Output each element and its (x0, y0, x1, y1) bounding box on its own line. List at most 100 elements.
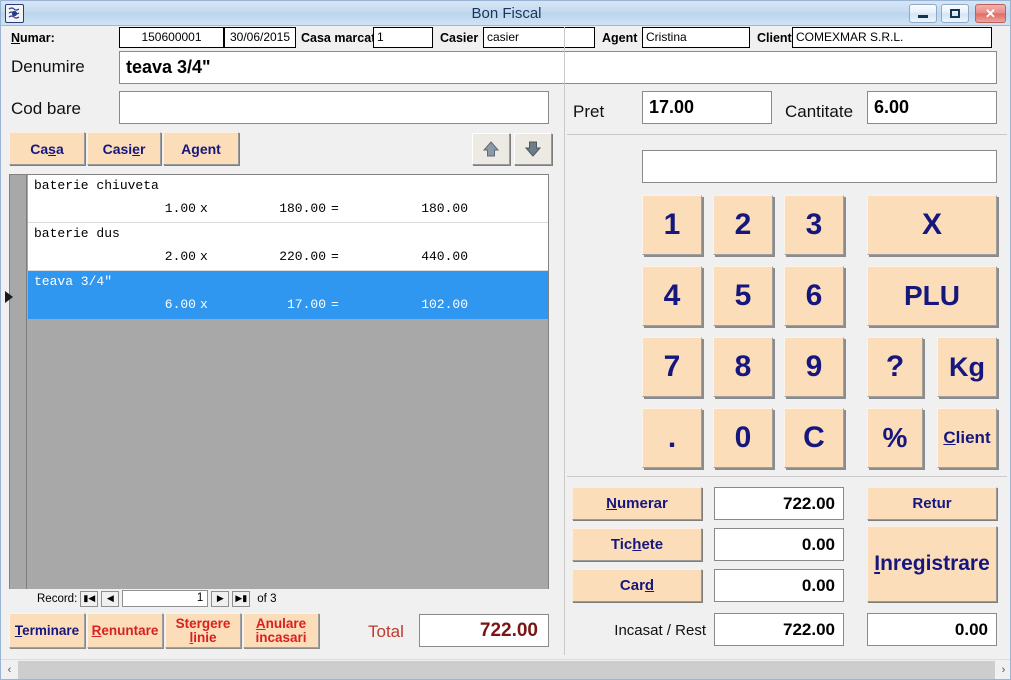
row-equals-sign: = (331, 249, 339, 264)
denumire-label: Denumire (11, 57, 85, 76)
inregistrare-label: Inregistrare (874, 552, 990, 575)
record-count-label: of 3 (257, 592, 277, 605)
row-item-name: teava 3/4" (34, 274, 113, 289)
cantitate-input[interactable]: 6.00 (867, 91, 997, 124)
key-clear-label: C (803, 421, 825, 454)
first-record-button[interactable]: ▮◀ (80, 590, 99, 607)
denumire-input[interactable]: teava 3/4" (119, 51, 997, 84)
table-row[interactable]: baterie dus 2.00 x 220.00 = 440.00 (28, 223, 548, 271)
renuntare-button[interactable]: Renuntare (87, 613, 163, 648)
client-label: Client (757, 31, 792, 45)
numeric-entry-input[interactable] (642, 150, 997, 183)
table-row[interactable]: baterie chiuveta 1.00 x 180.00 = 180.00 (28, 175, 548, 223)
row-quantity: 2.00 (164, 249, 196, 264)
tichete-button[interactable]: Tichete (572, 528, 702, 561)
move-down-button[interactable] (514, 133, 552, 165)
key-9-button[interactable]: 9 (784, 337, 844, 397)
key-2-button[interactable]: 2 (713, 195, 773, 255)
previous-record-button[interactable]: ◀ (101, 590, 120, 607)
key-6-button[interactable]: 6 (784, 266, 844, 326)
key-8-button[interactable]: 8 (713, 337, 773, 397)
key-dot-button[interactable]: . (642, 408, 702, 468)
total-value: 722.00 (419, 614, 549, 647)
close-icon: ✕ (985, 6, 996, 21)
casa-marcat-label: Casa marcat (301, 31, 376, 45)
key-dot-label: . (667, 421, 677, 454)
numerar-button[interactable]: Numerar (572, 487, 702, 520)
casa-button-label: Casa (30, 140, 64, 157)
key-0-button[interactable]: 0 (713, 408, 773, 468)
key-clear-button[interactable]: C (784, 408, 844, 468)
scroll-left-icon[interactable]: ‹ (1, 660, 18, 679)
current-record-input[interactable]: 1 (122, 590, 209, 607)
row-equals-sign: = (331, 201, 339, 216)
card-label: Card (619, 577, 655, 594)
horizontal-scrollbar[interactable]: ‹ › (1, 659, 1010, 679)
key-percent-label: % (882, 422, 908, 453)
scroll-right-icon[interactable]: › (995, 660, 1010, 679)
record-navigator: Record: ▮◀ ◀ 1 ▶ ▶▮ of 3 (9, 589, 549, 608)
scrollbar-thumb[interactable] (18, 660, 995, 679)
table-row[interactable]: teava 3/4" 6.00 x 17.00 = 102.00 (28, 271, 548, 319)
incasat-rest-label: Incasat / Rest (614, 622, 706, 639)
row-quantity: 6.00 (164, 297, 196, 312)
key-question-button[interactable]: ? (867, 337, 923, 397)
inregistrare-button[interactable]: Inregistrare (867, 526, 997, 602)
row-total: 180.00 (421, 201, 468, 216)
row-price: 17.00 (286, 297, 326, 312)
maximize-icon (950, 9, 960, 18)
key-3-button[interactable]: 3 (784, 195, 844, 255)
last-record-button[interactable]: ▶▮ (232, 590, 251, 607)
numar-field[interactable]: 150600001 (119, 27, 224, 48)
maximize-button[interactable] (941, 4, 969, 23)
key-kg-label: Kg (949, 351, 985, 382)
next-record-button[interactable]: ▶ (211, 590, 230, 607)
move-up-button[interactable] (472, 133, 510, 165)
key-7-label: 7 (663, 350, 681, 383)
numerar-value[interactable]: 722.00 (714, 487, 844, 520)
card-button[interactable]: Card (572, 569, 702, 602)
tichete-label: Tichete (610, 536, 664, 553)
key-client-button[interactable]: Client (937, 408, 997, 468)
cod-bare-input[interactable] (119, 91, 549, 124)
key-7-button[interactable]: 7 (642, 337, 702, 397)
key-6-label: 6 (805, 279, 823, 312)
key-plu-button[interactable]: PLU (867, 266, 997, 326)
retur-button[interactable]: Retur (867, 487, 997, 520)
agent-button[interactable]: Agent (163, 132, 239, 165)
key-8-label: 8 (734, 350, 752, 383)
key-percent-button[interactable]: % (867, 408, 923, 468)
agent-field[interactable]: Cristina (642, 27, 750, 48)
casa-marcat-field[interactable]: 1 (373, 27, 433, 48)
pret-input[interactable]: 17.00 (642, 91, 772, 124)
key-5-button[interactable]: 5 (713, 266, 773, 326)
key-1-label: 1 (663, 208, 681, 241)
card-value[interactable]: 0.00 (714, 569, 844, 602)
key-multiply-button[interactable]: X (867, 195, 997, 255)
casier-field[interactable]: casier (483, 27, 595, 48)
items-grid[interactable]: baterie chiuveta 1.00 x 180.00 = 180.00 bateri… (9, 174, 549, 590)
casier-button-label: Casier (102, 140, 146, 157)
casier-button[interactable]: Casier (87, 132, 161, 165)
key-4-button[interactable]: 4 (642, 266, 702, 326)
key-kg-button[interactable]: Kg (937, 337, 997, 397)
client-field[interactable]: COMEXMAR S.R.L. (792, 27, 992, 48)
row-quantity: 1.00 (164, 201, 196, 216)
key-question-label: ? (885, 350, 905, 383)
scrollbar-track[interactable] (18, 660, 995, 679)
anulare-incasari-label-2: incasari (255, 629, 307, 645)
close-button[interactable]: ✕ (975, 4, 1006, 23)
data-field[interactable]: 30/06/2015 (224, 27, 296, 48)
anulare-incasari-button[interactable]: Anulare incasari (243, 613, 319, 648)
key-5-label: 5 (734, 279, 752, 312)
rest-value: 0.00 (867, 613, 997, 646)
anulare-incasari-label-1: Anulare (255, 615, 307, 631)
tichete-value[interactable]: 0.00 (714, 528, 844, 561)
terminare-button[interactable]: Terminare (9, 613, 85, 648)
casa-button[interactable]: Casa (9, 132, 85, 165)
key-1-button[interactable]: 1 (642, 195, 702, 255)
minimize-button[interactable] (909, 4, 937, 23)
retur-label: Retur (912, 495, 952, 512)
renuntare-label: Renuntare (91, 622, 159, 638)
stergere-linie-button[interactable]: Stergere linie (165, 613, 241, 648)
